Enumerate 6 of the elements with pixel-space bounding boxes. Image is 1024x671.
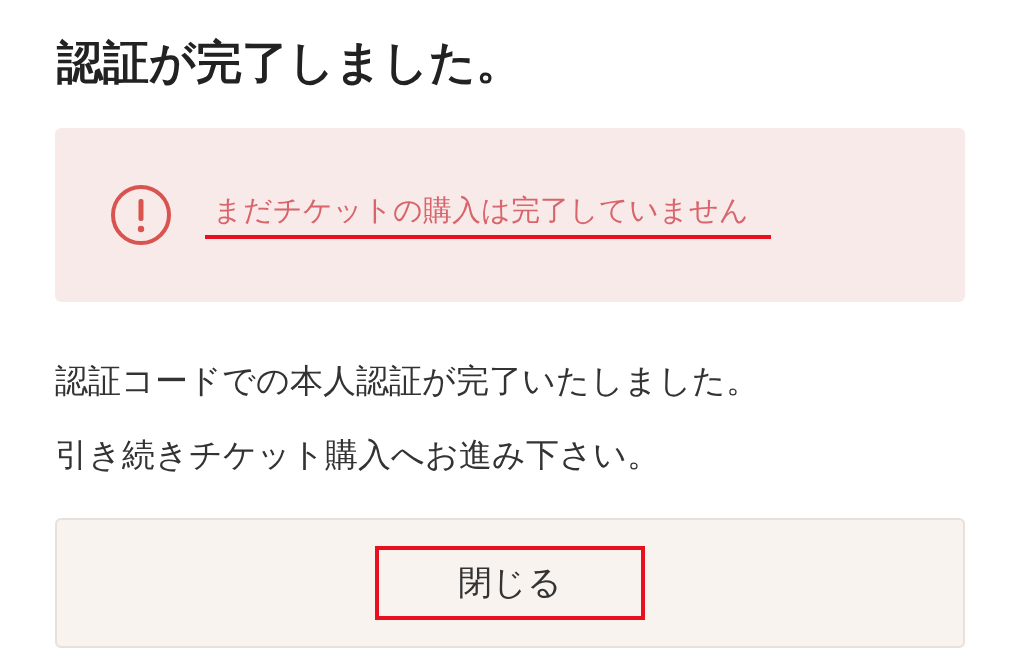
alert-message: まだチケットの購入は完了していません — [205, 191, 771, 239]
close-button[interactable]: 閉じる — [55, 518, 965, 648]
body-text: 引き続きチケット購入へお進み下さい。 — [55, 434, 661, 476]
exclamation-icon — [109, 183, 173, 247]
page-heading: 認証が完了しました。 — [57, 34, 523, 91]
body-text: 認証コードでの本人認証が完了いたしました。 — [55, 360, 760, 402]
